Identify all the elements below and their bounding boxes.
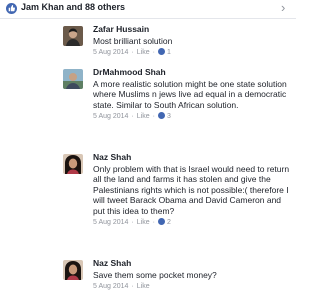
- commenter-name[interactable]: DrMahmood Shah: [93, 67, 293, 78]
- comment-meta: 5 Aug 2014 · Like · 2: [93, 218, 171, 228]
- like-button[interactable]: Like: [137, 48, 150, 58]
- like-button[interactable]: Like: [137, 218, 150, 228]
- like-count: 1: [166, 49, 171, 57]
- like-count-icon: [157, 112, 165, 120]
- comment-meta: 5 Aug 2014 · Like · 3: [93, 112, 171, 122]
- like-count: 2: [166, 219, 171, 227]
- chevron-right-icon[interactable]: ›: [281, 1, 285, 15]
- like-count: 3: [166, 113, 171, 121]
- likes-header[interactable]: Jam Khan and 88 others ›: [0, 0, 296, 19]
- commenter-name[interactable]: Naz Shah: [93, 152, 293, 163]
- avatar[interactable]: [63, 260, 83, 280]
- like-button[interactable]: Like: [137, 282, 150, 292]
- commenter-name[interactable]: Zafar Hussain: [93, 24, 293, 35]
- comment-date: 5 Aug 2014: [93, 219, 129, 227]
- comment-text: Save them some pocket money?: [93, 270, 217, 280]
- comment-text: A more realistic solution might be one s…: [93, 79, 287, 110]
- comment-text: Most brilliant solution: [93, 36, 173, 46]
- comment-meta: 5 Aug 2014 · Like: [93, 282, 150, 292]
- avatar[interactable]: [63, 154, 83, 174]
- avatar[interactable]: [63, 26, 83, 46]
- likes-summary[interactable]: Jam Khan and 88 others: [21, 2, 125, 12]
- comment-text: Only problem with that is Israel would n…: [93, 164, 290, 216]
- avatar[interactable]: [63, 69, 83, 89]
- commenter-name[interactable]: Naz Shah: [93, 258, 293, 269]
- like-button[interactable]: Like: [137, 112, 150, 122]
- comment-date: 5 Aug 2014: [93, 283, 129, 291]
- like-count-icon: [157, 48, 165, 56]
- comment-date: 5 Aug 2014: [93, 49, 129, 57]
- like-count-icon: [157, 218, 165, 226]
- comment-meta: 5 Aug 2014 · Like · 1: [93, 48, 171, 58]
- thumbs-up-icon: [6, 3, 17, 14]
- comment-date: 5 Aug 2014: [93, 113, 129, 121]
